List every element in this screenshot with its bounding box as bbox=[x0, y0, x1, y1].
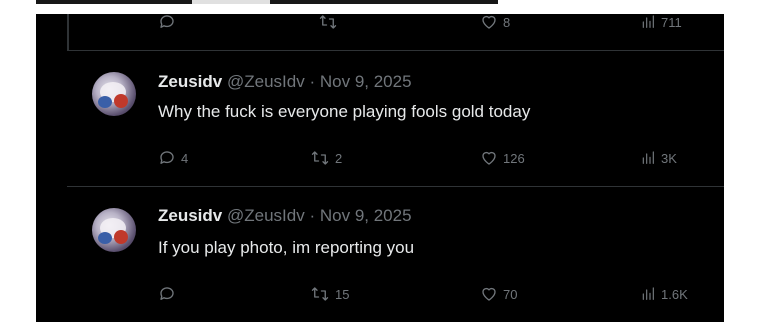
author-handle[interactable]: @ZeusIdv bbox=[227, 206, 305, 225]
tweet-text: Why the fuck is everyone playing fools g… bbox=[158, 102, 531, 121]
reply-count: 4 bbox=[181, 150, 189, 166]
views-icon bbox=[642, 151, 654, 164]
like-count: 70 bbox=[503, 286, 518, 302]
tweet-date[interactable]: Nov 9, 2025 bbox=[320, 206, 412, 225]
heart-icon bbox=[482, 151, 496, 165]
reply-icon bbox=[160, 151, 174, 164]
tweet-actions: 15 70 1.6K bbox=[158, 284, 718, 304]
separator-dot: · bbox=[309, 206, 316, 225]
author-name[interactable]: Zeusidv bbox=[158, 72, 222, 91]
views-count: 3K bbox=[661, 150, 677, 166]
heart-icon bbox=[482, 287, 496, 301]
views-icon bbox=[642, 287, 654, 300]
reply-button[interactable] bbox=[158, 14, 181, 32]
retweet-button[interactable]: 2 bbox=[310, 148, 342, 168]
divider bbox=[67, 186, 724, 187]
reply-icon bbox=[160, 287, 174, 300]
views-button[interactable]: 711 bbox=[640, 14, 682, 32]
reply-button[interactable]: 4 bbox=[158, 148, 188, 168]
partial-tweet-actions: 8 711 bbox=[158, 14, 718, 32]
retweet-count: 15 bbox=[335, 286, 350, 302]
top-image-strip bbox=[36, 0, 498, 4]
views-button[interactable]: 3K bbox=[640, 148, 677, 168]
avatar[interactable] bbox=[92, 208, 136, 252]
tweet-feed: 8 711 Zeusidv @ZeusIdv · Nov 9, 2025 Why… bbox=[36, 14, 724, 322]
retweet-button[interactable] bbox=[318, 14, 343, 32]
like-button[interactable]: 126 bbox=[480, 148, 525, 168]
tweet-date[interactable]: Nov 9, 2025 bbox=[320, 72, 412, 91]
like-count: 126 bbox=[503, 150, 525, 166]
like-button[interactable]: 8 bbox=[480, 14, 510, 32]
separator-dot: · bbox=[309, 72, 316, 91]
author-name[interactable]: Zeusidv bbox=[158, 206, 222, 225]
views-icon bbox=[642, 15, 654, 28]
top-image-strip-highlight bbox=[192, 0, 270, 4]
tweet-header: Zeusidv @ZeusIdv · Nov 9, 2025 bbox=[158, 206, 412, 226]
avatar[interactable] bbox=[92, 72, 136, 116]
tweet-header: Zeusidv @ZeusIdv · Nov 9, 2025 bbox=[158, 72, 412, 92]
retweet-icon bbox=[319, 15, 337, 29]
retweet-icon bbox=[311, 287, 329, 301]
heart-icon bbox=[482, 15, 496, 29]
thread-line bbox=[67, 14, 69, 50]
retweet-icon bbox=[311, 151, 329, 165]
views-count: 1.6K bbox=[661, 286, 688, 302]
retweet-button[interactable]: 15 bbox=[310, 284, 349, 304]
reply-button[interactable] bbox=[158, 284, 181, 304]
reply-icon bbox=[160, 15, 174, 28]
retweet-count: 2 bbox=[335, 150, 343, 166]
divider bbox=[67, 50, 724, 51]
views-count: 711 bbox=[661, 14, 682, 30]
tweet-text: If you play photo, im reporting you bbox=[158, 238, 415, 257]
views-button[interactable]: 1.6K bbox=[640, 284, 688, 304]
like-button[interactable]: 70 bbox=[480, 284, 517, 304]
like-count: 8 bbox=[503, 14, 511, 30]
tweet-actions: 4 2 126 3K bbox=[158, 148, 718, 168]
author-handle[interactable]: @ZeusIdv bbox=[227, 72, 305, 91]
